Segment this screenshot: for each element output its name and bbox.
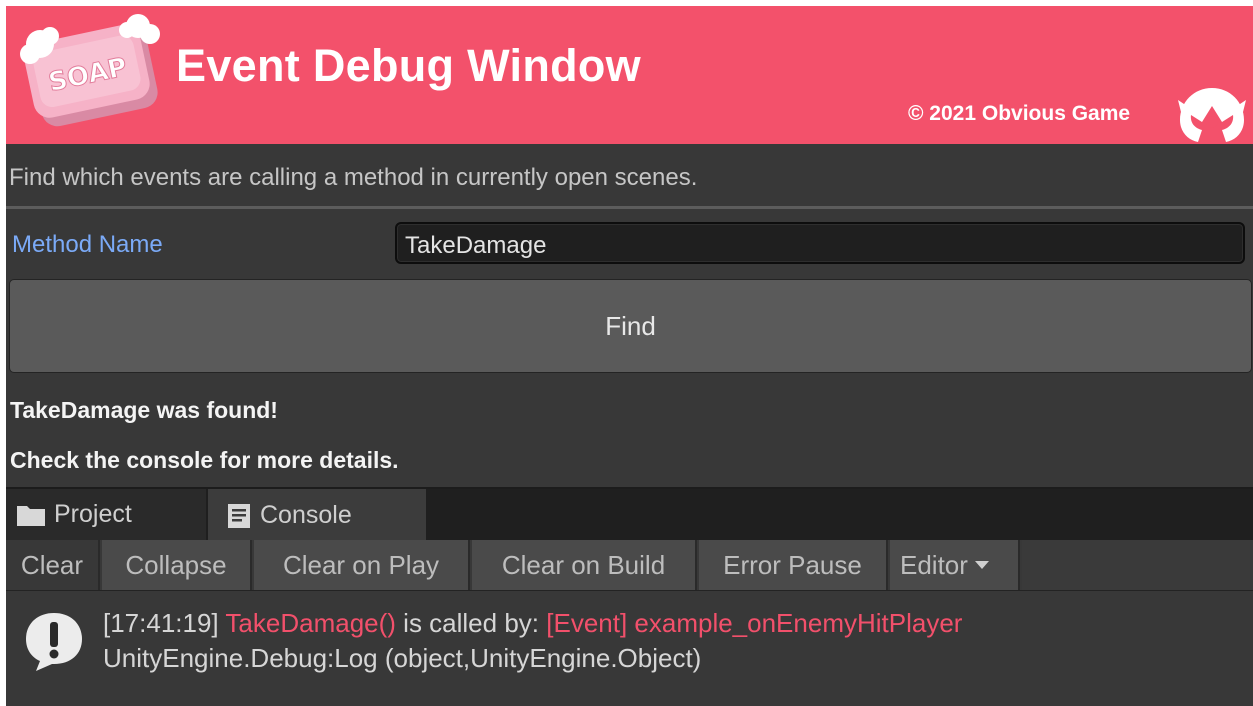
tab-console-label: Console [260, 501, 352, 529]
clear-button[interactable]: Clear [6, 540, 100, 590]
console-icon [228, 503, 250, 528]
tab-project[interactable]: Project [6, 489, 206, 540]
toolbar-spacer [1022, 540, 1253, 590]
collapse-toggle[interactable]: Collapse [102, 540, 252, 590]
obvious-game-logo-icon [1178, 88, 1246, 142]
find-button[interactable]: Find [9, 279, 1252, 373]
window-title: Event Debug Window [176, 40, 641, 91]
log-called-by: is called by: [403, 608, 540, 638]
soap-logo: SOAP [20, 14, 160, 127]
log-method: TakeDamage() [225, 608, 396, 638]
clear-on-play-toggle[interactable]: Clear on Play [254, 540, 470, 590]
log-timestamp: [17:41:19] [103, 608, 219, 638]
event-debug-window: SOAP Event Debug Window © 2021 Obvious G… [6, 6, 1253, 706]
result-hint-text: Check the console for more details. [10, 447, 399, 473]
editor-dropdown-label: Editor [900, 549, 968, 580]
log-stack-trace: UnityEngine.Debug:Log (object,UnityEngin… [103, 643, 702, 673]
copyright-text: © 2021 Obvious Game [908, 102, 1131, 125]
method-name-input[interactable]: TakeDamage [395, 222, 1245, 264]
header-banner: SOAP Event Debug Window © 2021 Obvious G… [6, 6, 1253, 144]
log-event: [Event] example_onEnemyHitPlayer [546, 608, 963, 638]
error-pause-toggle[interactable]: Error Pause [699, 540, 888, 590]
method-name-label: Method Name [12, 231, 163, 258]
tab-project-label: Project [54, 500, 132, 528]
dock-tab-bar: Project Console [6, 489, 1253, 540]
log-message: [17:41:19] TakeDamage() is called by: [E… [103, 608, 962, 639]
info-log-icon [26, 613, 82, 671]
description-text: Find which events are calling a method i… [9, 164, 698, 191]
result-found-text: TakeDamage was found! [10, 397, 278, 423]
folder-icon [17, 505, 45, 526]
tab-console[interactable]: Console [208, 489, 426, 540]
chevron-down-icon [974, 561, 989, 569]
divider [6, 206, 1253, 209]
editor-dropdown[interactable]: Editor [890, 540, 1020, 590]
clear-on-build-toggle[interactable]: Clear on Build [472, 540, 697, 590]
console-toolbar: Clear Collapse Clear on Play Clear on Bu… [6, 540, 1253, 591]
console-log-list: [17:41:19] TakeDamage() is called by: [E… [6, 591, 1253, 706]
